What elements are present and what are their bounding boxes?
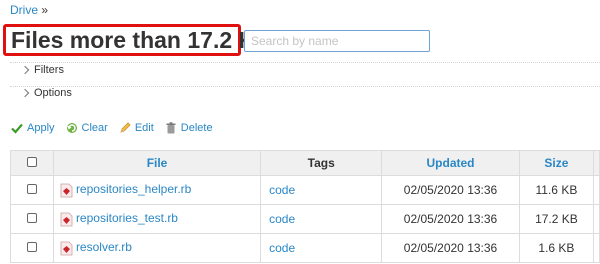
updated-cell: 02/05/2020 13:36 bbox=[381, 233, 520, 263]
column-header-tags: Tags bbox=[260, 150, 383, 176]
select-all-checkbox[interactable] bbox=[26, 157, 37, 167]
size-cell: 1.6 KB bbox=[518, 233, 595, 263]
chevron-right-icon bbox=[20, 65, 30, 75]
extra-cell bbox=[593, 204, 600, 234]
row-select-cell bbox=[10, 204, 54, 234]
action-bar: Apply Clear Edit Delete bbox=[10, 121, 223, 135]
table-header-row: File Tags Updated Size bbox=[10, 150, 600, 176]
ruby-file-icon bbox=[60, 212, 73, 227]
tags-cell: code bbox=[260, 175, 383, 205]
search-input[interactable] bbox=[244, 30, 430, 52]
updated-cell: 02/05/2020 13:36 bbox=[381, 175, 520, 205]
size-cell: 11.6 KB bbox=[518, 175, 595, 205]
row-checkbox[interactable] bbox=[26, 213, 37, 223]
ruby-file-icon bbox=[60, 241, 73, 256]
tags-cell: code bbox=[260, 204, 383, 234]
delete-label: Delete bbox=[180, 122, 213, 134]
chevron-right-icon bbox=[20, 88, 30, 98]
file-cell: repositories_helper.rb bbox=[52, 175, 262, 205]
clear-button[interactable]: Clear bbox=[65, 121, 108, 135]
delete-button[interactable]: Delete bbox=[164, 121, 213, 135]
extra-cell bbox=[593, 233, 600, 263]
apply-label: Apply bbox=[27, 122, 55, 134]
options-label: Options bbox=[34, 87, 72, 99]
page-title-highlight: Files more than 17.2 KB bbox=[3, 24, 272, 56]
column-header-size: Size bbox=[518, 150, 595, 176]
tags-cell: code bbox=[260, 233, 383, 263]
breadcrumb: Drive » bbox=[10, 3, 48, 17]
checkmark-icon bbox=[11, 123, 23, 134]
clear-label: Clear bbox=[81, 122, 108, 134]
row-select-cell bbox=[10, 175, 54, 205]
edit-button[interactable]: Edit bbox=[118, 121, 154, 135]
extra-cell bbox=[593, 175, 600, 205]
tag-link[interactable]: code bbox=[269, 212, 295, 226]
column-header-updated: Updated bbox=[381, 150, 520, 176]
column-header-file: File bbox=[52, 150, 262, 176]
tag-link[interactable]: code bbox=[269, 183, 295, 197]
table-row: resolver.rb code 02/05/2020 13:36 1.6 KB bbox=[10, 233, 600, 263]
breadcrumb-drive-link[interactable]: Drive bbox=[10, 3, 38, 17]
pencil-icon bbox=[120, 122, 131, 133]
breadcrumb-separator: » bbox=[38, 3, 49, 17]
select-all-cell bbox=[10, 150, 54, 176]
row-select-cell bbox=[10, 233, 54, 263]
size-cell: 17.2 KB bbox=[518, 204, 595, 234]
apply-button[interactable]: Apply bbox=[10, 121, 55, 135]
ruby-file-icon bbox=[60, 183, 73, 198]
row-checkbox[interactable] bbox=[26, 242, 37, 252]
divider bbox=[10, 62, 600, 63]
row-checkbox[interactable] bbox=[26, 184, 37, 194]
page-title: Files more than 17.2 KB bbox=[11, 27, 272, 53]
sort-by-updated-link[interactable]: Updated bbox=[427, 156, 475, 170]
clear-icon bbox=[66, 123, 77, 133]
table-row: repositories_test.rb code 02/05/2020 13:… bbox=[10, 204, 600, 234]
updated-cell: 02/05/2020 13:36 bbox=[381, 204, 520, 234]
files-table: File Tags Updated Size repositories_help… bbox=[10, 150, 600, 263]
file-link[interactable]: resolver.rb bbox=[76, 240, 132, 254]
edit-label: Edit bbox=[134, 122, 154, 134]
file-link[interactable]: repositories_test.rb bbox=[76, 211, 178, 225]
table-row: repositories_helper.rb code 02/05/2020 1… bbox=[10, 175, 600, 205]
column-header-extra bbox=[593, 150, 600, 176]
filters-label: Filters bbox=[34, 64, 64, 76]
trash-icon bbox=[166, 122, 176, 134]
filters-toggle[interactable]: Filters bbox=[20, 64, 64, 76]
file-cell: resolver.rb bbox=[52, 233, 262, 263]
sort-by-file-link[interactable]: File bbox=[147, 156, 168, 170]
divider bbox=[10, 86, 600, 87]
file-link[interactable]: repositories_helper.rb bbox=[76, 182, 191, 196]
tag-link[interactable]: code bbox=[269, 241, 295, 255]
options-toggle[interactable]: Options bbox=[20, 87, 72, 99]
file-cell: repositories_test.rb bbox=[52, 204, 262, 234]
sort-by-size-link[interactable]: Size bbox=[544, 156, 568, 170]
